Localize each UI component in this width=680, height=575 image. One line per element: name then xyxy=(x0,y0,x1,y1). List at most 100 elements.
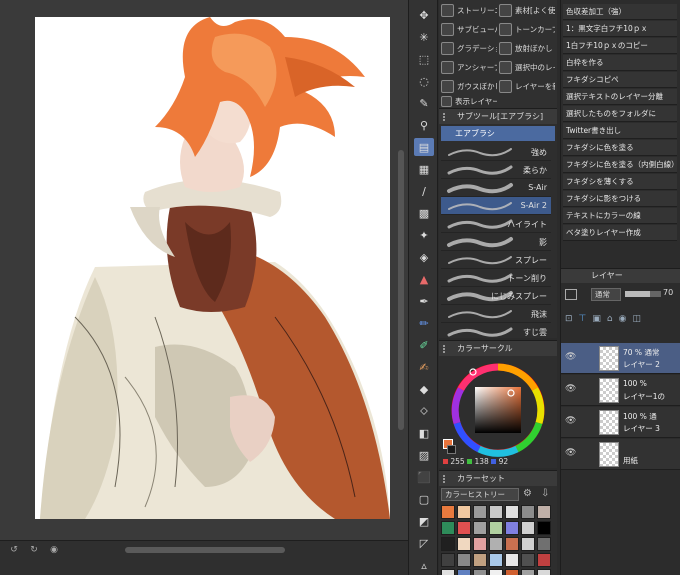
color-swatch[interactable] xyxy=(457,537,471,551)
color-swatch[interactable] xyxy=(489,505,503,519)
brush-item[interactable]: S-Air xyxy=(441,179,551,197)
brush-item[interactable]: すじ雲 xyxy=(441,323,551,341)
quick-item[interactable]: ガウスぼかし xyxy=(441,78,497,94)
color-swatch[interactable] xyxy=(473,569,487,575)
auto-action-item[interactable]: フキダシコピペ xyxy=(563,72,677,88)
auto-action-item[interactable]: テキストにカラーの線 xyxy=(563,208,677,224)
color-swatch[interactable] xyxy=(521,521,535,535)
color-swatch[interactable] xyxy=(441,553,455,567)
tone-icon[interactable]: ▦ xyxy=(414,160,434,178)
opacity-value[interactable]: 70 xyxy=(663,288,673,297)
text-icon[interactable]: ▢ xyxy=(414,490,434,508)
color-swatch[interactable] xyxy=(505,569,519,575)
auto-action-item[interactable]: 選択テキストのレイヤー分離 xyxy=(563,89,677,105)
blend-mode-select[interactable]: 通常 xyxy=(591,288,621,301)
color-swatch[interactable] xyxy=(473,521,487,535)
draft-icon[interactable]: ◫ xyxy=(632,314,641,324)
color-swatch[interactable] xyxy=(521,537,535,551)
quick-item[interactable]: レイヤーを新 xyxy=(499,78,555,94)
artwork-canvas[interactable] xyxy=(35,17,390,519)
layer-row[interactable]: 👁 70 % 通常 レイヤー 2 xyxy=(561,343,680,374)
color-swatch[interactable] xyxy=(473,537,487,551)
color-swatch[interactable] xyxy=(537,521,551,535)
figure-icon[interactable]: ⬛ xyxy=(414,468,434,486)
horizontal-scrollbar[interactable] xyxy=(125,547,285,553)
brush-item[interactable]: トーン削り xyxy=(441,269,551,287)
eye-icon[interactable]: 👁 xyxy=(565,352,577,362)
zoom-icon[interactable]: ✳ xyxy=(414,28,434,46)
fill-icon[interactable]: ◧ xyxy=(414,424,434,442)
watercolor-icon[interactable]: ◈ xyxy=(414,248,434,266)
move-icon[interactable]: ✥ xyxy=(414,6,434,24)
color-swatch[interactable] xyxy=(505,505,519,519)
color-swatch[interactable] xyxy=(537,553,551,567)
color-swatch[interactable] xyxy=(457,521,471,535)
download-icon[interactable]: ⇩ xyxy=(541,488,549,499)
brush-item[interactable]: S-Air 2 xyxy=(441,197,551,215)
color-panel-header[interactable]: カラーサークル xyxy=(439,341,557,356)
reference-icon[interactable]: ⌂ xyxy=(607,314,613,324)
auto-action-item[interactable]: 選択したものをフォルダに xyxy=(563,106,677,122)
layer-panel-header[interactable]: レイヤー xyxy=(561,269,680,283)
color-swatch[interactable] xyxy=(521,569,535,575)
pencil-icon[interactable]: ✏ xyxy=(414,314,434,332)
color-swatch[interactable] xyxy=(521,553,535,567)
color-swatch[interactable] xyxy=(489,553,503,567)
brush-item[interactable]: 柔らか xyxy=(441,161,551,179)
ruler-icon[interactable]: ∕ xyxy=(414,182,434,200)
layer-row[interactable]: 👁 用紙 xyxy=(561,439,680,470)
layer-row[interactable]: 👁 100 % 通レイヤー 3 xyxy=(561,407,680,438)
color-swatch[interactable] xyxy=(537,569,551,575)
color-set-header[interactable]: カラーセット xyxy=(439,471,557,486)
color-wheel[interactable] xyxy=(451,363,545,457)
color-swatch[interactable] xyxy=(505,521,519,535)
auto-action-item[interactable]: 1：黒文字白フチ10ｐｘ xyxy=(563,21,677,37)
gradient-icon[interactable]: ▨ xyxy=(414,446,434,464)
brush-icon[interactable]: ✐ xyxy=(414,336,434,354)
color-swatch[interactable] xyxy=(505,537,519,551)
reset-view-icon[interactable]: ◉ xyxy=(48,545,60,555)
brush-item[interactable]: スプレー xyxy=(441,251,551,269)
auto-action-item[interactable]: ベタ塗りレイヤー作成 xyxy=(563,225,677,241)
pen-icon[interactable]: ✒ xyxy=(414,292,434,310)
canvas-area[interactable]: ↺ ↻ ◉ xyxy=(0,0,408,575)
auto-action-item[interactable]: 色収差加工（強） xyxy=(563,4,677,20)
brush-item[interactable]: 影 xyxy=(441,233,551,251)
eye-icon[interactable]: 👁 xyxy=(565,448,577,458)
quick-item[interactable]: 表示レイヤー xyxy=(441,94,497,108)
color-swatch[interactable] xyxy=(537,505,551,519)
subview-icon[interactable]: ▤ xyxy=(414,138,434,156)
quick-item[interactable]: グラデーショ xyxy=(441,40,497,56)
correction-icon[interactable]: ▵ xyxy=(414,556,434,574)
pattern-icon[interactable]: ▩ xyxy=(414,204,434,222)
auto-action-item[interactable]: フキダシを薄くする xyxy=(563,174,677,190)
eyedropper-icon[interactable]: ⚲ xyxy=(414,116,434,134)
color-swatch[interactable] xyxy=(537,537,551,551)
color-swatch[interactable] xyxy=(473,553,487,567)
frame-icon[interactable]: ◩ xyxy=(414,512,434,530)
color-swatch[interactable] xyxy=(457,569,471,575)
eraser-icon[interactable]: ◆ xyxy=(414,380,434,398)
color-swatch[interactable] xyxy=(521,505,535,519)
color-swatch[interactable] xyxy=(489,569,503,575)
auto-action-item[interactable]: フキダシに色を塗る（内側白線） xyxy=(563,157,677,173)
sub-color-swatch[interactable] xyxy=(447,445,456,454)
color-set-dropdown[interactable]: カラーヒストリー xyxy=(441,488,519,501)
rotate-right-icon[interactable]: ↻ xyxy=(28,545,40,555)
color-swatch[interactable] xyxy=(457,505,471,519)
wrench-icon[interactable]: ⚙ xyxy=(523,488,532,499)
eye-icon[interactable]: 👁 xyxy=(565,416,577,426)
layer-row[interactable]: 👁 100 % レイヤー1の xyxy=(561,375,680,406)
brush-item[interactable]: ハイライト xyxy=(441,215,551,233)
blend-icon[interactable]: ⬦ xyxy=(414,402,434,420)
select-icon[interactable]: ⬚ xyxy=(414,50,434,68)
opacity-slider[interactable] xyxy=(625,291,661,297)
color-swatch[interactable] xyxy=(489,537,503,551)
brush-item[interactable]: にじみスプレー xyxy=(441,287,551,305)
layer-color-icon[interactable] xyxy=(565,289,577,300)
color-swatch[interactable] xyxy=(441,521,455,535)
quick-item[interactable]: サブビューパ xyxy=(441,21,497,37)
color-swatch[interactable] xyxy=(441,537,455,551)
rotate-left-icon[interactable]: ↺ xyxy=(8,545,20,555)
subtool-panel-header[interactable]: サブツール[エアブラシ] xyxy=(439,109,557,124)
